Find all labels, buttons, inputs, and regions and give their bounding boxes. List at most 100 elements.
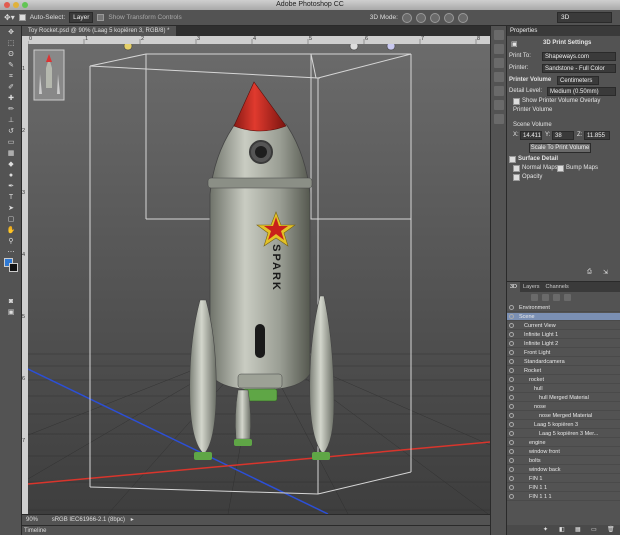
history-brush-tool-icon[interactable]: ↺ [4,127,18,136]
move-tool-icon[interactable]: ✥▾ [4,13,15,22]
filter-materials-icon[interactable] [553,294,560,301]
move-tool-icon[interactable]: ✥ [4,28,18,37]
scene-tree-item[interactable]: rocket [507,376,620,384]
clone-stamp-tool-icon[interactable]: ⊥ [4,116,18,125]
printer-dropdown[interactable]: Sandstone - Full Color [542,64,616,73]
zoom-window-button[interactable] [22,2,28,8]
character-icon[interactable] [494,86,504,96]
visibility-eye-icon[interactable] [509,449,514,454]
x-value-field[interactable]: 14.411 [520,131,542,140]
screen-mode-icon[interactable]: ▣ [4,308,18,317]
visibility-eye-icon[interactable] [509,431,514,436]
scene-tree-item[interactable]: FIN 1 1 [507,484,620,492]
document-canvas[interactable]: SPARK [28,44,490,514]
visibility-eye-icon[interactable] [509,332,514,337]
visibility-eye-icon[interactable] [509,440,514,445]
scene-tree-item[interactable]: Laag 5 kopiëren 3 [507,421,620,429]
surface-detail-checkbox[interactable] [509,156,516,163]
y-value-field[interactable]: 38 [552,131,574,140]
scene-tree-item[interactable]: window front [507,448,620,456]
print-to-dropdown[interactable]: Shapeways.com [542,52,616,61]
z-value-field[interactable]: 11.855 [584,131,610,140]
info-icon[interactable] [494,44,504,54]
visibility-eye-icon[interactable] [509,422,514,427]
brush-presets-icon[interactable] [494,58,504,68]
visibility-eye-icon[interactable] [509,386,514,391]
minimize-window-button[interactable] [13,2,19,8]
scene-tree-item[interactable]: nose [507,403,620,411]
eyedropper-tool-icon[interactable]: ✐ [4,83,18,92]
hand-tool-icon[interactable]: ✋ [4,226,18,235]
scene-tree-item[interactable]: Front Light [507,349,620,357]
scene-tree-item[interactable]: engine [507,439,620,447]
scene-tree-item[interactable]: hull Merged Material [507,394,620,402]
visibility-eye-icon[interactable] [509,323,514,328]
visibility-eye-icon[interactable] [509,413,514,418]
properties-title[interactable]: Properties [507,26,620,36]
scene-tree-item[interactable]: FIN 1 1 1 [507,493,620,501]
units-dropdown[interactable]: Centimeters [557,76,599,85]
quick-mask-icon[interactable]: ◙ [4,297,18,306]
more-tools-icon[interactable]: ⋯ [4,248,18,257]
visibility-eye-icon[interactable] [509,458,514,463]
opacity-checkbox[interactable] [513,174,520,181]
quick-select-tool-icon[interactable]: ✎ [4,61,18,70]
scene-tree-item[interactable]: bolts [507,457,620,465]
delete-icon[interactable]: 🗑 [607,526,615,533]
show-transform-checkbox[interactable] [97,14,105,21]
new-folder-icon[interactable]: ▭ [591,526,597,533]
zoom-tool-icon[interactable]: ⚲ [4,237,18,246]
adjustments-icon[interactable] [494,114,504,124]
close-window-button[interactable] [4,2,10,8]
rotate-3d-icon[interactable] [401,12,412,23]
filter-lights-icon[interactable] [564,294,571,301]
visibility-eye-icon[interactable] [509,314,514,319]
roll-3d-icon[interactable] [415,12,426,23]
filter-scene-icon[interactable] [531,294,538,301]
3d-scene[interactable]: SPARK [28,44,490,514]
show-overlay-checkbox[interactable] [513,98,520,105]
document-tab[interactable]: Toy Rocket.psd @ 90% (Laag 5 kopiëren 3,… [22,26,176,36]
new-mesh-icon[interactable]: ▦ [575,526,581,533]
tab-3d[interactable]: 3D [507,282,521,292]
workspace-dropdown[interactable]: 3D [557,12,612,23]
scene-tree-item[interactable]: Scene [507,313,620,321]
visibility-eye-icon[interactable] [509,305,514,310]
marquee-tool-icon[interactable]: ⬚ [4,39,18,48]
shape-tool-icon[interactable]: ▢ [4,215,18,224]
visibility-eye-icon[interactable] [509,476,514,481]
timeline-panel[interactable]: Timeline [22,525,490,535]
background-color-swatch[interactable] [9,263,18,272]
color-profile[interactable]: sRGB IEC61966-2.1 (8bpc) [52,517,125,523]
visibility-eye-icon[interactable] [509,368,514,373]
scene-tree-item[interactable]: Standardcamera [507,358,620,366]
visibility-eye-icon[interactable] [509,395,514,400]
auto-select-dropdown[interactable]: Layer [69,12,94,23]
zoom-level[interactable]: 90% [26,517,38,523]
path-select-tool-icon[interactable]: ➤ [4,204,18,213]
drag-3d-icon[interactable] [429,12,440,23]
scene-tree-item[interactable]: Current View [507,322,620,330]
new-light-icon[interactable]: ✦ [543,526,548,533]
timeline-label[interactable]: Timeline [24,528,46,534]
visibility-eye-icon[interactable] [509,404,514,409]
swatches-icon[interactable] [494,100,504,110]
gradient-tool-icon[interactable]: ▦ [4,149,18,158]
paragraph-icon[interactable] [494,72,504,82]
horizontal-ruler[interactable]: 0 1 2 3 4 5 6 7 8 [28,36,490,44]
healing-tool-icon[interactable]: ✚ [4,94,18,103]
scene-tree-item[interactable]: Infinite Light 1 [507,331,620,339]
visibility-eye-icon[interactable] [509,359,514,364]
brush-tool-icon[interactable]: ✏ [4,105,18,114]
dodge-tool-icon[interactable]: ● [4,171,18,180]
history-icon[interactable] [494,30,504,40]
scene-tree-item[interactable]: Infinite Light 2 [507,340,620,348]
print-icon[interactable]: ⎙ [587,269,592,276]
scale-3d-icon[interactable] [457,12,468,23]
scene-tree-item[interactable]: Laag 5 kopiëren 3 Mer... [507,430,620,438]
render-icon[interactable]: ◧ [559,526,565,533]
light-widget-icon[interactable] [386,44,396,51]
scene-tree-item[interactable]: hull [507,385,620,393]
scene-tree-item[interactable]: Environment [507,304,620,312]
filter-meshes-icon[interactable] [542,294,549,301]
